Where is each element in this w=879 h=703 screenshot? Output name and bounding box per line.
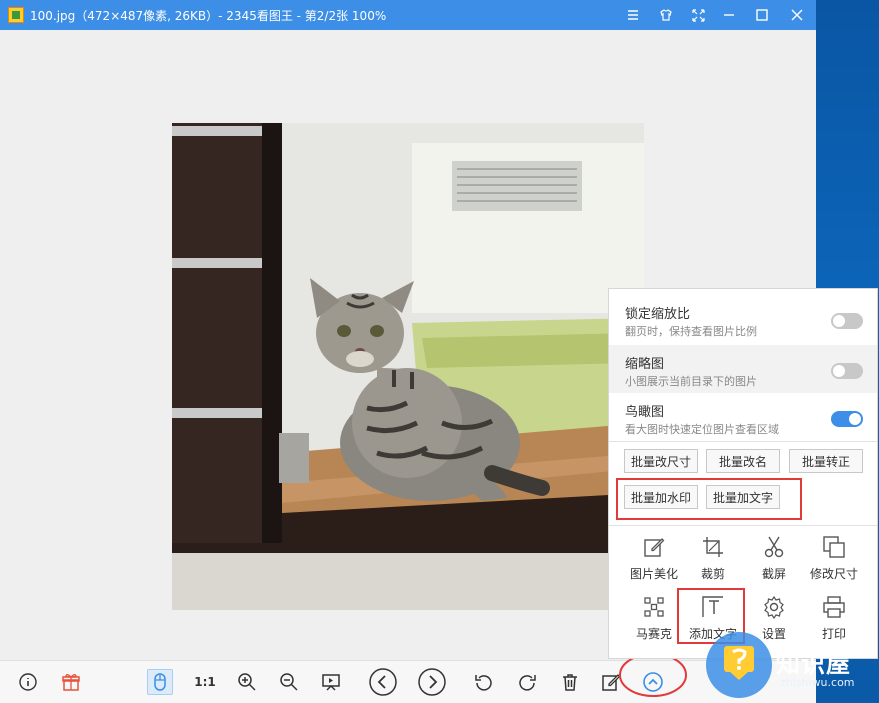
skin-icon xyxy=(660,9,672,21)
batch-resize-button[interactable]: 批量改尺寸 xyxy=(624,449,698,473)
maximize-icon xyxy=(756,9,768,21)
tool-beautify[interactable]: 图片美化 xyxy=(623,533,685,587)
option-desc: 翻页时，保持查看图片比例 xyxy=(625,325,757,338)
previous-image-button[interactable] xyxy=(367,666,399,698)
mouse-icon xyxy=(154,673,166,691)
watermark-logo: 知识屋 zhishiwu.com xyxy=(702,628,879,702)
rotate-left-icon xyxy=(475,675,492,691)
zoom-out-button[interactable] xyxy=(276,669,302,695)
minimize-button[interactable] xyxy=(718,4,740,26)
option-lock-zoom: 锁定缩放比 翻页时，保持查看图片比例 xyxy=(609,295,877,343)
option-thumbnail: 缩略图 小图展示当前目录下的图片 xyxy=(609,345,877,393)
mosaic-icon xyxy=(644,597,664,617)
close-icon xyxy=(791,9,803,21)
next-image-button[interactable] xyxy=(416,666,448,698)
highlight-box xyxy=(616,478,802,520)
tool-label: 马赛克 xyxy=(635,627,672,641)
edit-icon xyxy=(644,538,665,557)
printer-icon xyxy=(823,596,845,618)
actual-size-button[interactable]: 1:1 xyxy=(192,669,218,695)
slideshow-button[interactable] xyxy=(318,669,344,695)
option-birdseye: 鸟瞰图 看大图时快速定位图片查看区域 xyxy=(609,393,877,441)
zoom-out-icon xyxy=(280,673,298,691)
menu-button[interactable] xyxy=(622,4,644,26)
scissors-icon xyxy=(764,536,784,558)
tool-label: 截屏 xyxy=(761,567,786,581)
rotate-right-icon xyxy=(519,675,536,691)
option-desc: 看大图时快速定位图片查看区域 xyxy=(625,423,779,436)
bottom-toolbar: 1:1 xyxy=(0,660,816,703)
divider xyxy=(609,525,877,526)
rotate-right-button[interactable] xyxy=(514,669,540,695)
option-title: 锁定缩放比 xyxy=(625,307,691,322)
zoom-in-button[interactable] xyxy=(234,669,260,695)
tool-crop[interactable]: 裁剪 xyxy=(682,533,744,587)
maximize-button[interactable] xyxy=(751,4,773,26)
delete-button[interactable] xyxy=(557,669,583,695)
tool-label: 图片美化 xyxy=(629,567,678,581)
window-title: 100.jpg（472×487像素, 26KB）- 2345看图王 - 第2/2… xyxy=(30,9,387,23)
batch-rotate-button[interactable]: 批量转正 xyxy=(789,449,863,473)
resize-icon xyxy=(823,536,845,558)
minimize-icon xyxy=(724,14,734,16)
gift-button[interactable] xyxy=(58,669,84,695)
watermark-brand: 知识屋 xyxy=(776,650,851,678)
close-button[interactable] xyxy=(786,4,808,26)
birdseye-toggle[interactable] xyxy=(831,411,863,427)
mouse-mode-button[interactable] xyxy=(147,669,173,695)
tool-label: 裁剪 xyxy=(700,567,725,581)
info-icon xyxy=(19,673,37,691)
tool-mosaic[interactable]: 马赛克 xyxy=(623,593,685,647)
tool-resize[interactable]: 修改尺寸 xyxy=(803,533,865,587)
chevron-left-icon xyxy=(369,668,397,696)
cat-photo[interactable] xyxy=(172,123,644,610)
option-desc: 小图展示当前目录下的图片 xyxy=(625,375,757,388)
trash-icon xyxy=(563,674,577,691)
tool-label: 修改尺寸 xyxy=(809,567,858,581)
option-title: 鸟瞰图 xyxy=(625,405,665,420)
batch-rename-button[interactable]: 批量改名 xyxy=(706,449,780,473)
more-tools-panel: 锁定缩放比 翻页时，保持查看图片比例 缩略图 小图展示当前目录下的图片 鸟瞰图 … xyxy=(608,288,878,659)
watermark-domain: zhishiwu.com xyxy=(780,676,855,689)
divider xyxy=(609,441,877,442)
lock-zoom-toggle[interactable] xyxy=(831,313,863,329)
menu-icon xyxy=(628,10,638,20)
crop-icon xyxy=(703,537,723,557)
option-title: 缩略图 xyxy=(625,357,665,372)
fullscreen-button[interactable] xyxy=(687,4,709,26)
rotate-left-button[interactable] xyxy=(471,669,497,695)
slideshow-icon xyxy=(322,674,340,691)
app-icon xyxy=(8,7,24,23)
gear-icon xyxy=(764,595,784,619)
fullscreen-icon xyxy=(691,8,705,22)
tool-screenshot[interactable]: 截屏 xyxy=(743,533,805,587)
info-button[interactable] xyxy=(15,669,41,695)
gift-icon xyxy=(62,674,80,691)
skin-button[interactable] xyxy=(655,4,677,26)
thumbnail-toggle[interactable] xyxy=(831,363,863,379)
zoom-in-icon xyxy=(238,673,256,691)
title-bar: 100.jpg（472×487像素, 26KB）- 2345看图王 - 第2/2… xyxy=(0,0,816,30)
chevron-right-icon xyxy=(418,668,446,696)
